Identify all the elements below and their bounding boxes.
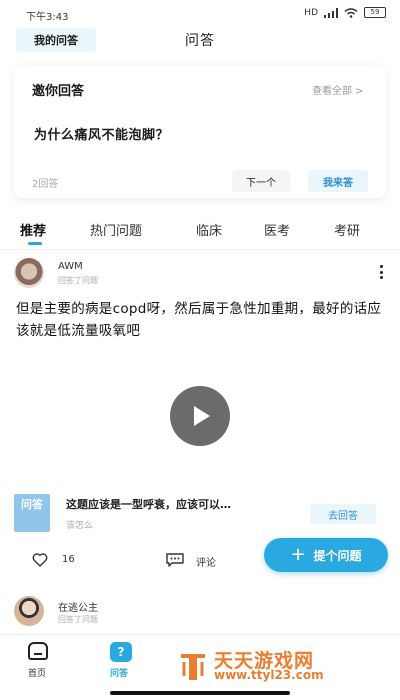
post-text[interactable]: 但是主要的病是copd呀，然后属于急性加重期，最好的话应该就是低流量吸氧吧: [16, 298, 384, 342]
username[interactable]: AWM: [58, 261, 83, 272]
heart-icon[interactable]: [32, 553, 48, 567]
category-tabs: 推荐 热门问题 临床 医考 考研: [0, 214, 400, 250]
answer-button[interactable]: 我来答: [308, 170, 368, 192]
qa-badge-icon: 问答: [14, 494, 50, 532]
go-answer-button[interactable]: 去回答: [310, 504, 376, 524]
tab-recommended[interactable]: 推荐: [20, 220, 46, 239]
status-icons: HD 59: [304, 7, 386, 18]
related-question[interactable]: 这题应该是一型呼衰，应该可以…: [66, 496, 231, 512]
avatar[interactable]: [14, 258, 44, 288]
ask-question-button[interactable]: + 提个问题: [264, 538, 388, 572]
tab-postgrad-exam[interactable]: 考研: [334, 220, 360, 239]
post-meta: 回答了问题: [58, 276, 98, 285]
plus-icon: +: [290, 544, 306, 565]
tab-medical-exam[interactable]: 医考: [264, 220, 290, 239]
question-icon[interactable]: ?: [110, 642, 132, 662]
related-question-sub: 该怎么: [66, 521, 94, 531]
ask-question-label: 提个问题: [313, 548, 362, 563]
status-time: 下午3:43: [26, 12, 69, 23]
more-options-icon[interactable]: [380, 265, 384, 279]
tab-popular[interactable]: 热门问题: [90, 220, 142, 239]
active-tab-indicator: [28, 242, 42, 245]
network-label: HD: [304, 7, 318, 18]
battery-icon: 59: [364, 7, 386, 18]
play-icon[interactable]: [170, 386, 230, 446]
invite-question[interactable]: 为什么痛风不能泡脚？: [34, 124, 169, 143]
comment-icon[interactable]: [166, 553, 184, 567]
post-meta: 回答了问题: [58, 615, 98, 624]
username[interactable]: 在逃公主: [58, 599, 98, 614]
next-question-button[interactable]: 下一个: [232, 170, 290, 192]
tab-clinical[interactable]: 临床: [196, 220, 222, 239]
page-title: 问答: [185, 33, 215, 49]
watermark-logo-icon: [181, 654, 205, 680]
answer-count: 2回答: [32, 179, 59, 190]
nav-qa-label[interactable]: 问答: [110, 666, 128, 679]
view-all-link[interactable]: 查看全部 >: [312, 82, 364, 97]
avatar[interactable]: [14, 596, 44, 626]
like-count: 16: [62, 554, 75, 565]
invite-title: 邀你回答: [32, 84, 85, 99]
signal-icon: [324, 7, 338, 18]
wifi-icon: [344, 7, 358, 18]
home-indicator: [110, 691, 290, 695]
home-icon[interactable]: [28, 642, 48, 660]
watermark-url: www.ttyl23.com: [214, 668, 324, 682]
comment-label[interactable]: 评论: [196, 554, 216, 569]
nav-home-label[interactable]: 首页: [28, 666, 46, 679]
